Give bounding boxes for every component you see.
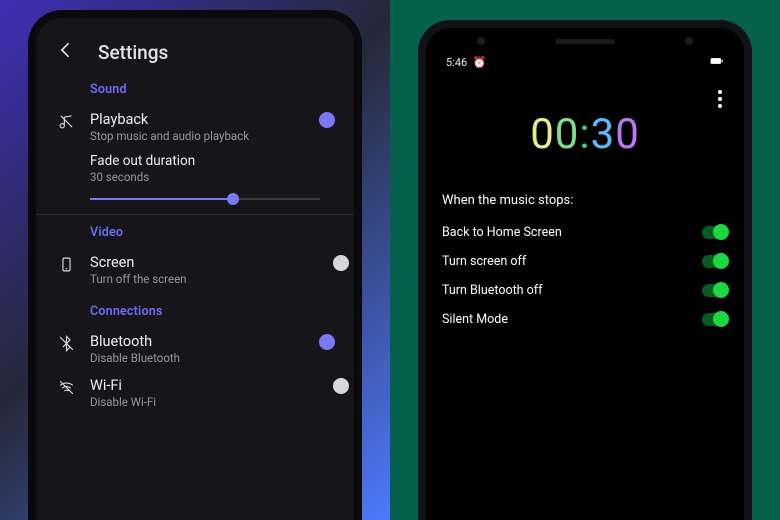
setting-sub: Stop music and audio playback xyxy=(90,129,320,143)
fade-slider[interactable] xyxy=(90,198,320,200)
option-label: Silent Mode xyxy=(442,312,508,327)
setting-title: Bluetooth xyxy=(90,333,320,350)
setting-title: Wi-Fi xyxy=(90,377,320,394)
slider-thumb[interactable] xyxy=(227,193,239,205)
options-heading: When the music stops: xyxy=(442,193,728,208)
option-silent[interactable]: Silent Mode xyxy=(440,305,730,334)
option-screen-off[interactable]: Turn screen off xyxy=(440,247,730,276)
right-showcase-panel: 5:46 ⏰ 00:30 When the music stops: Back … xyxy=(390,0,780,520)
overflow-menu-icon[interactable] xyxy=(718,90,722,108)
setting-sub: Disable Wi-Fi xyxy=(90,395,320,409)
battery-icon xyxy=(710,56,724,69)
section-label-sound: Sound xyxy=(90,82,334,97)
setting-playback[interactable]: Playback Stop music and audio playback xyxy=(56,107,334,151)
setting-sub: 30 seconds xyxy=(90,170,334,184)
music-note-off-icon xyxy=(56,111,76,130)
option-home[interactable]: Back to Home Screen xyxy=(440,218,730,247)
status-bar: 5:46 ⏰ xyxy=(440,54,730,69)
alarm-icon: ⏰ xyxy=(470,56,486,69)
toggle-option[interactable] xyxy=(702,255,728,268)
setting-wifi[interactable]: Wi-Fi Disable Wi-Fi xyxy=(56,373,334,417)
setting-fade-duration: Fade out duration 30 seconds xyxy=(90,153,334,200)
toggle-option[interactable] xyxy=(702,284,728,297)
setting-title: Playback xyxy=(90,111,320,128)
section-label-connections: Connections xyxy=(90,304,334,319)
phone-sensor-bar xyxy=(440,28,730,54)
setting-screen[interactable]: Screen Turn off the screen xyxy=(56,250,334,294)
back-icon[interactable] xyxy=(56,40,76,64)
option-label: Back to Home Screen xyxy=(442,225,562,240)
bluetooth-off-icon xyxy=(56,333,76,352)
toggle-option[interactable] xyxy=(702,313,728,326)
setting-sub: Turn off the screen xyxy=(90,272,320,286)
toggle-option[interactable] xyxy=(702,226,728,239)
divider xyxy=(36,214,354,215)
phone-icon xyxy=(56,254,76,273)
setting-sub: Disable Bluetooth xyxy=(90,351,320,365)
setting-bluetooth[interactable]: Bluetooth Disable Bluetooth xyxy=(56,329,334,373)
phone-settings: Settings Sound Playback Stop music and a… xyxy=(36,18,354,520)
option-bluetooth-off[interactable]: Turn Bluetooth off xyxy=(440,276,730,305)
setting-title: Screen xyxy=(90,254,320,271)
page-title: Settings xyxy=(98,41,168,64)
phone-timer: 5:46 ⏰ 00:30 When the music stops: Back … xyxy=(426,28,744,520)
wifi-off-icon xyxy=(56,377,76,396)
option-label: Turn Bluetooth off xyxy=(442,283,542,298)
setting-title: Fade out duration xyxy=(90,153,334,169)
countdown-timer: 00:30 xyxy=(440,110,730,159)
option-label: Turn screen off xyxy=(442,254,526,269)
left-showcase-panel: Settings Sound Playback Stop music and a… xyxy=(0,0,390,520)
section-label-video: Video xyxy=(90,225,334,240)
status-time: 5:46 xyxy=(446,56,467,69)
